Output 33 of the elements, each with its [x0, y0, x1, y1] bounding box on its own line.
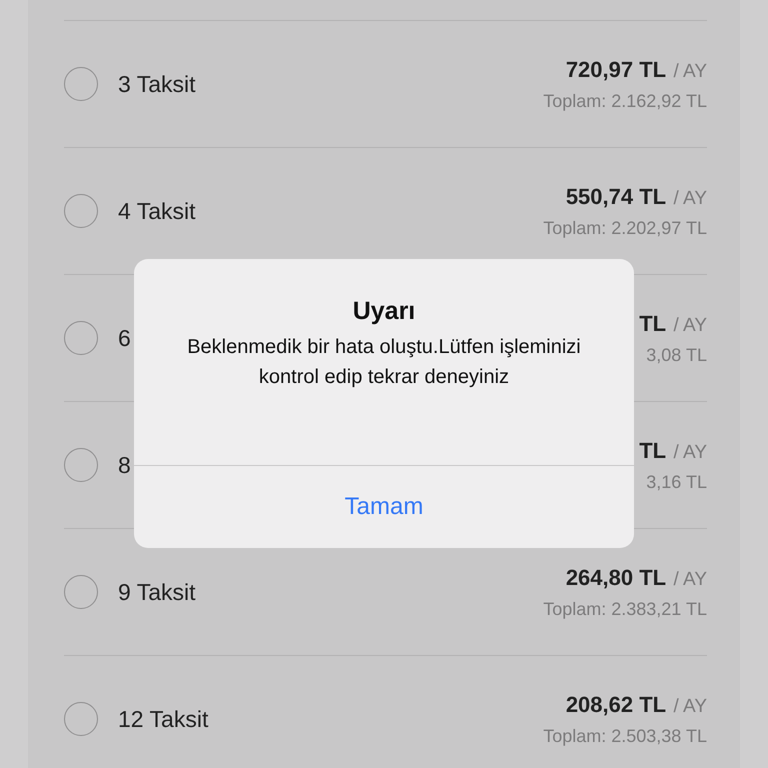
- radio-button[interactable]: [64, 194, 98, 228]
- radio-button[interactable]: [64, 702, 98, 736]
- total-amount: Toplam: 2.383,21 TL: [543, 598, 707, 620]
- monthly-amount: 264,80 TL: [566, 564, 666, 590]
- total-amount: Toplam: 2.503,38 TL: [543, 726, 707, 746]
- per-month-label: / AY: [674, 696, 707, 716]
- installment-label: 9 Taksit: [118, 578, 196, 606]
- per-month-label: / AY: [674, 568, 707, 590]
- per-month-label: / AY: [674, 188, 707, 208]
- alert-message: Beklenmedik bir hata oluştu.Lütfen işleminizi kontrol edip tekrar deneyiniz: [186, 335, 582, 390]
- radio-button[interactable]: [64, 321, 98, 355]
- installment-label: 8: [118, 452, 131, 478]
- total-amount: Toplam: 2.162,92 TL: [543, 90, 707, 112]
- radio-button[interactable]: [64, 448, 98, 482]
- installment-label: 4 Taksit: [118, 198, 196, 224]
- installment-label: 6: [118, 324, 131, 352]
- total-amount: 3,08 TL: [646, 344, 707, 366]
- monthly-amount: 720,97 TL: [566, 56, 666, 82]
- monthly-amount: TL: [639, 438, 666, 462]
- ok-button[interactable]: Tamam: [134, 466, 634, 548]
- total-amount: Toplam: 2.202,97 TL: [543, 218, 707, 238]
- monthly-amount: 550,74 TL: [566, 184, 666, 208]
- alert-title: Uyarı: [352, 297, 416, 326]
- total-amount: 3,16 TL: [646, 472, 707, 492]
- monthly-amount: TL: [639, 310, 666, 336]
- monthly-amount: 208,62 TL: [566, 692, 666, 716]
- radio-button[interactable]: [64, 575, 98, 609]
- per-month-label: / AY: [674, 314, 707, 336]
- per-month-label: / AY: [674, 60, 707, 82]
- radio-button[interactable]: [64, 67, 98, 101]
- per-month-label: / AY: [674, 442, 707, 462]
- installment-label: 12 Taksit: [118, 706, 208, 732]
- installment-label: 3 Taksit: [118, 70, 196, 98]
